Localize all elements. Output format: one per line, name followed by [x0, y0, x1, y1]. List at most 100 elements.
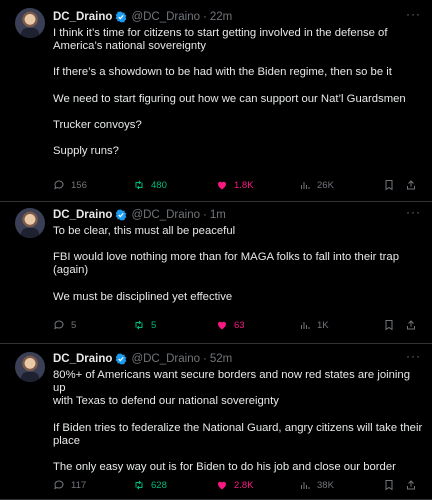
retweet-icon [133, 179, 151, 191]
user-handle[interactable]: @DC_Draino [131, 209, 200, 221]
view-count: 26K [317, 179, 334, 191]
like-count: 1.8K [234, 179, 254, 191]
action-bar: 5 5 63 1K [53, 318, 425, 332]
tweet-text-line: place [53, 434, 81, 447]
views-icon [299, 179, 317, 191]
share-icon [405, 319, 417, 331]
tweet-header: DC_Draino @DC_Draino · 52m [53, 352, 232, 366]
avatar[interactable] [15, 8, 45, 38]
display-name[interactable]: DC_Draino [53, 209, 112, 221]
verified-badge-icon [115, 209, 127, 221]
tweet-text-line: The only easy way out is for Biden to do… [53, 461, 396, 474]
share-button[interactable] [405, 478, 417, 492]
user-handle[interactable]: @DC_Draino [131, 353, 200, 365]
user-handle[interactable]: @DC_Draino [131, 11, 200, 23]
share-icon [405, 479, 417, 491]
retweet-count: 480 [151, 179, 167, 191]
more-icon[interactable]: ··· [406, 206, 420, 222]
reply-icon [53, 319, 71, 331]
verified-badge-icon [115, 353, 127, 365]
verified-badge-icon [115, 11, 127, 23]
like-count: 63 [234, 319, 245, 331]
tweet-1[interactable]: DC_Draino @DC_Draino · 22m ··· I think i… [0, 0, 432, 202]
tweet-text: 80%+ of Americans want secure borders an… [53, 369, 425, 474]
tweet-text-line: If Biden tries to federalize the Nationa… [53, 421, 423, 434]
view-count: 38K [317, 479, 334, 491]
tweet-header: DC_Draino @DC_Draino · 22m [53, 10, 232, 24]
views-button[interactable]: 38K [299, 478, 334, 492]
like-button[interactable]: 2.8K [216, 478, 254, 492]
reply-count: 156 [71, 179, 87, 191]
separator-dot: · [203, 209, 207, 221]
bookmark-icon [383, 179, 395, 191]
reply-button[interactable]: 117 [53, 478, 86, 492]
heart-icon [216, 319, 234, 331]
bookmark-icon [383, 479, 395, 491]
heart-icon [216, 479, 234, 491]
bookmark-icon [383, 319, 395, 331]
separator-dot: · [203, 353, 207, 365]
reply-button[interactable]: 156 [53, 178, 87, 192]
bookmark-button[interactable] [383, 478, 395, 492]
views-button[interactable]: 1K [299, 318, 329, 332]
heart-icon [216, 179, 234, 191]
retweet-count: 5 [151, 319, 157, 331]
retweet-button[interactable]: 628 [133, 478, 167, 492]
like-count: 2.8K [234, 479, 254, 491]
timestamp[interactable]: 1m [210, 209, 226, 221]
share-button[interactable] [405, 178, 417, 192]
action-bar: 117 628 2.8K 38K [53, 478, 425, 492]
tweet-text-line: (again) [53, 264, 89, 277]
retweet-icon [133, 479, 151, 491]
like-button[interactable]: 63 [216, 318, 245, 332]
tweet-text-line: If there’s a showdown to be had with the… [53, 66, 392, 79]
tweet-header: DC_Draino @DC_Draino · 1m [53, 208, 226, 222]
reply-button[interactable]: 5 [53, 318, 76, 332]
more-icon[interactable]: ··· [406, 350, 420, 366]
reply-count: 117 [71, 479, 87, 491]
view-count: 1K [317, 319, 329, 331]
tweet-text-line: America’s national sovereignty [53, 40, 207, 53]
bookmark-button[interactable] [383, 178, 395, 192]
display-name[interactable]: DC_Draino [53, 11, 112, 23]
display-name[interactable]: DC_Draino [53, 353, 112, 365]
tweet-text: To be clear, this must all be peaceful FB… [53, 225, 425, 304]
avatar[interactable] [15, 352, 45, 382]
reply-icon [53, 479, 71, 491]
reply-count: 5 [71, 319, 77, 331]
views-button[interactable]: 26K [299, 178, 334, 192]
more-icon[interactable]: ··· [406, 8, 420, 24]
timestamp[interactable]: 52m [210, 353, 232, 365]
tweet-3[interactable]: DC_Draino @DC_Draino · 52m ··· 80%+ of A… [0, 344, 432, 500]
reply-icon [53, 179, 71, 191]
like-button[interactable]: 1.8K [216, 178, 254, 192]
retweet-button[interactable]: 5 [133, 318, 156, 332]
retweet-icon [133, 319, 151, 331]
tweet-text-line: 80%+ of Americans want secure borders an… [53, 369, 410, 395]
tweet-text: I think it’s time for citizens to start … [53, 27, 425, 158]
tweet-text-line: FBI would love nothing more than for MAG… [53, 251, 399, 264]
views-icon [299, 319, 317, 331]
share-icon [405, 179, 417, 191]
timestamp[interactable]: 22m [210, 11, 232, 23]
retweet-count: 628 [151, 479, 167, 491]
share-button[interactable] [405, 318, 417, 332]
retweet-button[interactable]: 480 [133, 178, 167, 192]
tweet-text-line: Supply runs? [53, 145, 119, 158]
tweet-text-line: with Texas to defend our national sovere… [53, 395, 279, 408]
views-icon [299, 479, 317, 491]
avatar[interactable] [15, 208, 45, 238]
tweet-text-line: We need to start figuring out how we can… [53, 92, 406, 105]
tweet-text-line: Trucker convoys? [53, 118, 142, 131]
tweet-2[interactable]: DC_Draino @DC_Draino · 1m ··· To be clea… [0, 202, 432, 344]
bookmark-button[interactable] [383, 318, 395, 332]
tweet-text-line: I think it’s time for citizens to start … [53, 27, 388, 39]
